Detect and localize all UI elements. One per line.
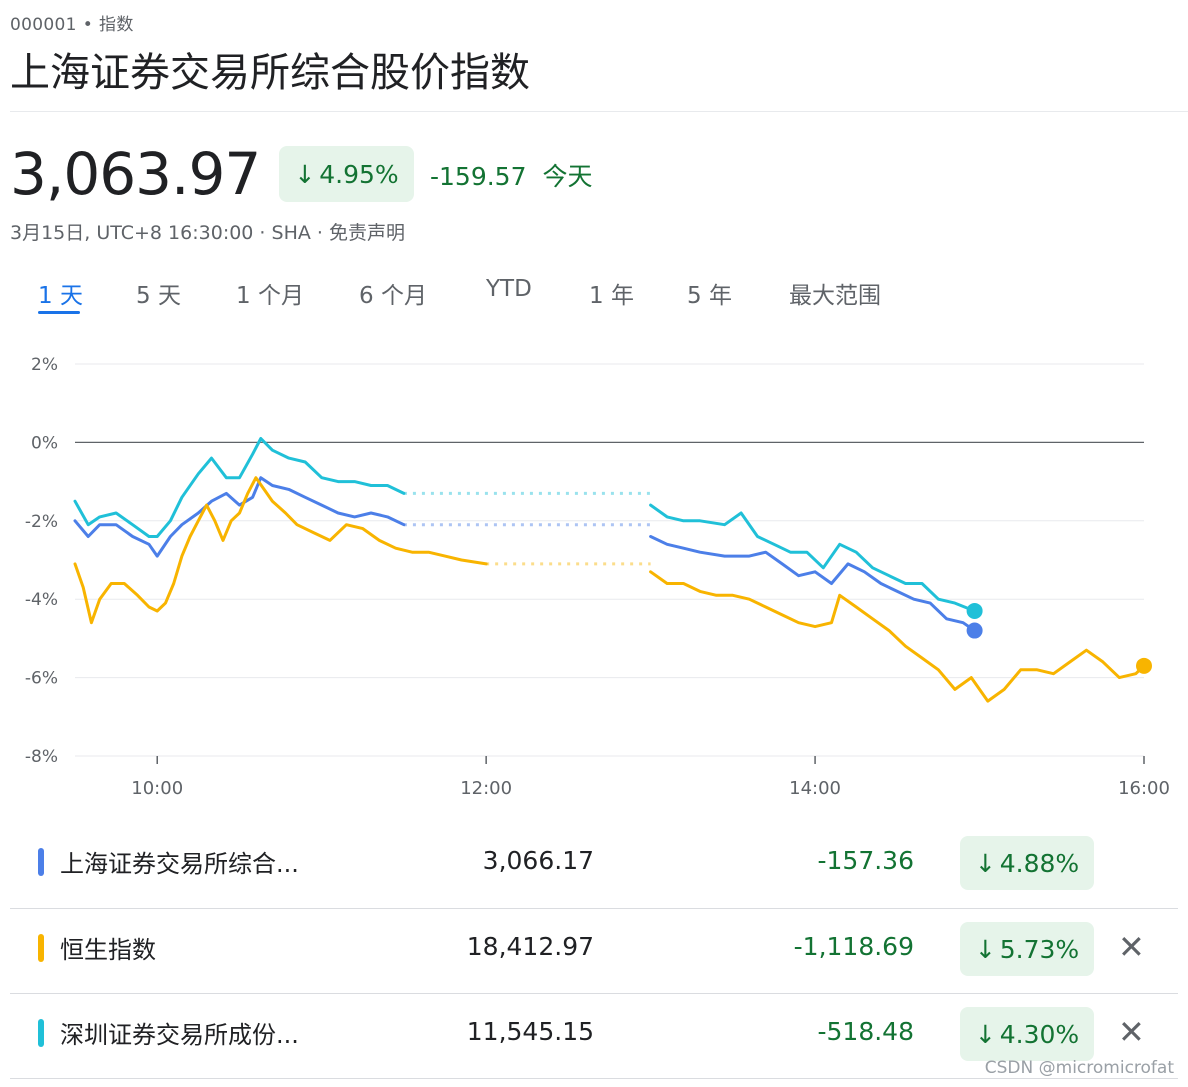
tab-5-year[interactable]: 5 年: [687, 276, 732, 310]
percent-change-badge: ↓ 4.95%: [279, 146, 414, 202]
arrow-down-icon: ↓: [294, 159, 316, 189]
x-tick-label: 14:00: [789, 778, 841, 799]
arrow-down-icon: ↓: [974, 934, 996, 964]
series-color-swatch: [38, 848, 44, 876]
comparison-percent: 4.30%: [999, 1019, 1080, 1049]
change-value: -159.57: [430, 162, 527, 191]
comparison-percent-badge: ↓ 5.73%: [960, 922, 1094, 976]
comparison-change: -518.48: [817, 1017, 915, 1046]
comparison-percent-badge: ↓ 4.88%: [960, 836, 1094, 890]
arrow-down-icon: ↓: [974, 1019, 996, 1049]
tab-1-year[interactable]: 1 年: [589, 276, 634, 310]
x-tick-label: 12:00: [460, 778, 512, 799]
range-tabs: 1 天 5 天 1 个月 6 个月 YTD 1 年 5 年 最大范围: [0, 276, 1188, 320]
comparison-value: 3,066.17: [482, 846, 594, 875]
series-end-point-yellow: [1136, 657, 1152, 674]
series-line-blue-morning: [73, 476, 406, 558]
tab-max[interactable]: 最大范围: [789, 276, 881, 310]
remove-comparison-icon[interactable]: ✕: [1118, 1013, 1145, 1051]
tab-1-month[interactable]: 1 个月: [236, 276, 304, 310]
comparison-value: 11,545.15: [466, 1017, 594, 1046]
comparison-change: -157.36: [817, 846, 915, 875]
tab-5-day[interactable]: 5 天: [136, 276, 181, 310]
y-tick-label: -2%: [25, 512, 58, 532]
comparison-value: 18,412.97: [466, 932, 594, 961]
header-divider: [10, 111, 1188, 112]
ticker-separator: •: [82, 15, 94, 35]
comparison-percent: 5.73%: [999, 934, 1080, 964]
y-tick-label: -4%: [25, 590, 58, 610]
comparison-percent: 4.88%: [999, 848, 1080, 878]
ticker-line: 000001 • 指数: [10, 10, 134, 35]
comparison-name: 深圳证券交易所成份...: [60, 1021, 299, 1049]
series-line-cyan-morning: [73, 437, 406, 538]
active-tab-indicator: [38, 311, 80, 314]
y-tick-label: -8%: [25, 747, 58, 767]
quote-meta: 3月15日, UTC+8 16:30:00 · SHA · 免责声明: [10, 222, 405, 244]
series-color-swatch: [38, 1019, 44, 1047]
series-line-yellow-morning: [73, 476, 488, 625]
comparison-name: 上海证券交易所综合...: [60, 850, 299, 878]
absolute-change: -159.57 今天: [430, 157, 592, 193]
ticker-code: 000001: [10, 15, 77, 35]
percent-change-value: 4.95%: [319, 159, 399, 189]
x-tick-label: 10:00: [131, 778, 183, 799]
row-divider: [10, 1078, 1178, 1079]
comparison-row-hsi[interactable]: 恒生指数 18,412.97 -1,118.69 ↓ 5.73% ✕: [10, 908, 1178, 992]
series-end-point-cyan: [966, 602, 983, 619]
y-tick-label: 0%: [31, 433, 58, 453]
change-period: 今天: [542, 162, 593, 191]
x-tick-label: 16:00: [1118, 778, 1170, 799]
comparison-change: -1,118.69: [793, 932, 914, 961]
page-title: 上海证券交易所综合股价指数: [10, 50, 530, 96]
price-chart[interactable]: 2% 0% -2% -4% -6% -8% 10:00 12:00 14:00 16:00: [0, 340, 1188, 810]
arrow-down-icon: ↓: [974, 848, 996, 878]
series-line-blue-afternoon: [649, 535, 977, 633]
comparison-row-sse[interactable]: 上海证券交易所综合... 3,066.17 -157.36 ↓ 4.88%: [10, 822, 1178, 906]
remove-comparison-icon[interactable]: ✕: [1118, 928, 1145, 966]
series-end-point-blue: [966, 622, 983, 639]
current-price: 3,063.97: [10, 140, 261, 208]
y-tick-label: 2%: [31, 355, 58, 375]
y-tick-label: -6%: [25, 669, 58, 689]
series-color-swatch: [38, 934, 44, 962]
comparison-name: 恒生指数: [60, 936, 156, 964]
watermark: CSDN @micromicrofat: [984, 1058, 1174, 1078]
comparison-percent-badge: ↓ 4.30%: [960, 1007, 1094, 1061]
tab-6-month[interactable]: 6 个月: [359, 276, 427, 310]
tab-ytd[interactable]: YTD: [486, 276, 532, 302]
tab-1-day[interactable]: 1 天: [38, 276, 83, 310]
ticker-type: 指数: [99, 15, 134, 35]
